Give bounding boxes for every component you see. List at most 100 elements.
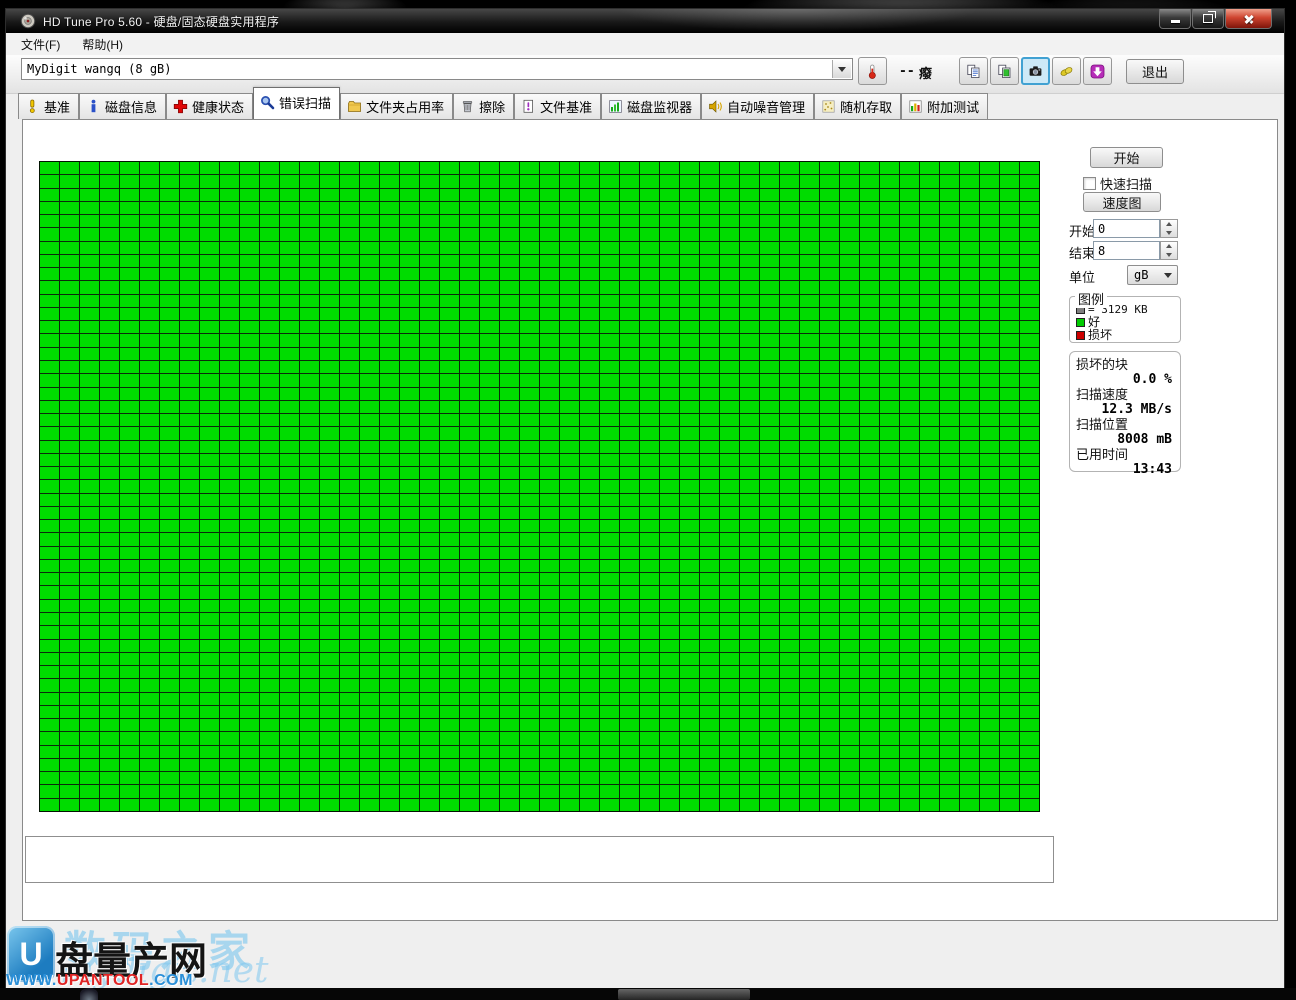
tab-extra-tests[interactable]: 附加测试 xyxy=(901,93,988,119)
start-scan-button[interactable]: 开始 xyxy=(1090,147,1163,168)
minimize-button[interactable] xyxy=(1159,9,1191,29)
scan-block xyxy=(320,746,339,758)
scan-block xyxy=(580,454,599,466)
scan-block xyxy=(500,268,519,280)
save-results-button[interactable] xyxy=(1083,57,1112,85)
scan-block xyxy=(480,600,499,612)
scan-block xyxy=(300,785,319,797)
menu-item-file[interactable]: 文件(F) xyxy=(12,33,69,56)
scan-block xyxy=(320,215,339,227)
scan-block xyxy=(180,414,199,426)
scan-block xyxy=(840,494,859,506)
scan-block xyxy=(1000,785,1019,797)
scan-block xyxy=(500,427,519,439)
scan-block xyxy=(880,454,899,466)
temperature-value: -- xyxy=(899,64,915,79)
start-position-input[interactable] xyxy=(1093,219,1160,238)
scan-block xyxy=(880,321,899,333)
scan-block xyxy=(380,162,399,174)
scan-block xyxy=(100,295,119,307)
scan-block xyxy=(380,374,399,386)
scan-block xyxy=(240,573,259,585)
scan-block xyxy=(740,268,759,280)
folder-usage-icon xyxy=(347,99,362,114)
scan-block xyxy=(1000,600,1019,612)
scan-block xyxy=(660,215,679,227)
tab-health[interactable]: 健康状态 xyxy=(166,93,253,119)
copy-text-button[interactable] xyxy=(959,57,988,85)
tab-disk-info[interactable]: 磁盘信息 xyxy=(79,93,166,119)
tab-error-scan[interactable]: 错误扫描 xyxy=(253,87,340,119)
scan-block xyxy=(860,586,879,598)
scan-block xyxy=(760,361,779,373)
scan-block xyxy=(860,401,879,413)
scan-block xyxy=(280,693,299,705)
scan-block xyxy=(220,414,239,426)
start-orb-icon[interactable] xyxy=(80,988,98,1000)
scan-block xyxy=(160,441,179,453)
scan-block xyxy=(680,228,699,240)
taskbar[interactable] xyxy=(0,988,1296,1000)
scan-block xyxy=(320,308,339,320)
copy-image-button[interactable] xyxy=(990,57,1019,85)
scan-block xyxy=(860,374,879,386)
tab-auto-acoustic[interactable]: 自动噪音管理 xyxy=(701,93,814,119)
scan-block xyxy=(80,679,99,691)
scan-block xyxy=(280,242,299,254)
scan-block xyxy=(820,613,839,625)
menu-item-help[interactable]: 帮助(H) xyxy=(73,33,132,56)
tab-disk-monitor[interactable]: 磁盘监视器 xyxy=(601,93,701,119)
taskbar-window-button[interactable] xyxy=(618,989,750,1000)
scan-block xyxy=(300,189,319,201)
scan-block xyxy=(480,414,499,426)
scan-block xyxy=(40,427,59,439)
scan-block xyxy=(440,719,459,731)
temperature-button[interactable] xyxy=(858,57,887,85)
scan-block xyxy=(860,626,879,638)
chevron-down-icon[interactable] xyxy=(832,60,851,78)
scan-block xyxy=(820,348,839,360)
scan-block xyxy=(780,361,799,373)
start-position-stepper[interactable] xyxy=(1160,219,1178,238)
scan-block xyxy=(660,586,679,598)
unit-dropdown[interactable]: gB xyxy=(1127,265,1178,285)
scan-block xyxy=(400,189,419,201)
scan-block xyxy=(680,467,699,479)
drive-selector[interactable]: MyDigit wangq (8 gB) xyxy=(21,58,853,80)
screenshot-button[interactable] xyxy=(1021,57,1050,85)
scan-block xyxy=(440,547,459,559)
exit-button[interactable]: 退出 xyxy=(1126,59,1184,84)
tab-folder-usage[interactable]: 文件夹占用率 xyxy=(340,93,453,119)
scan-block xyxy=(560,175,579,187)
scan-block xyxy=(880,772,899,784)
scan-block xyxy=(840,348,859,360)
scan-block xyxy=(580,467,599,479)
speed-map-button[interactable]: 速度图 xyxy=(1083,192,1161,212)
scan-block xyxy=(960,507,979,519)
end-position-stepper[interactable] xyxy=(1160,241,1178,260)
scan-block xyxy=(740,162,759,174)
scan-block xyxy=(500,494,519,506)
titlebar[interactable]: HD Tune Pro 5.60 - 硬盘/固态硬盘实用程序 xyxy=(6,9,1284,33)
scan-block xyxy=(560,268,579,280)
close-button[interactable] xyxy=(1225,9,1272,29)
tab-file-benchmark[interactable]: 文件基准 xyxy=(514,93,601,119)
scan-block xyxy=(420,228,439,240)
scan-block xyxy=(600,441,619,453)
quick-scan-checkbox[interactable] xyxy=(1083,177,1096,190)
scan-block xyxy=(760,640,779,652)
tab-benchmark[interactable]: 基准 xyxy=(18,93,79,119)
tab-erase[interactable]: 擦除 xyxy=(453,93,514,119)
end-position-input[interactable] xyxy=(1093,241,1160,260)
scan-block xyxy=(60,547,79,559)
aam-hands-button[interactable] xyxy=(1052,57,1081,85)
scan-block xyxy=(80,533,99,545)
scan-block xyxy=(580,242,599,254)
scan-block xyxy=(580,799,599,811)
tab-random-access[interactable]: 随机存取 xyxy=(814,93,901,119)
scan-block xyxy=(480,706,499,718)
restore-button[interactable] xyxy=(1192,9,1224,29)
toolbar: MyDigit wangq (8 gB) -- 癈 退出 xyxy=(6,55,1284,94)
scan-block xyxy=(260,613,279,625)
scan-block xyxy=(60,719,79,731)
